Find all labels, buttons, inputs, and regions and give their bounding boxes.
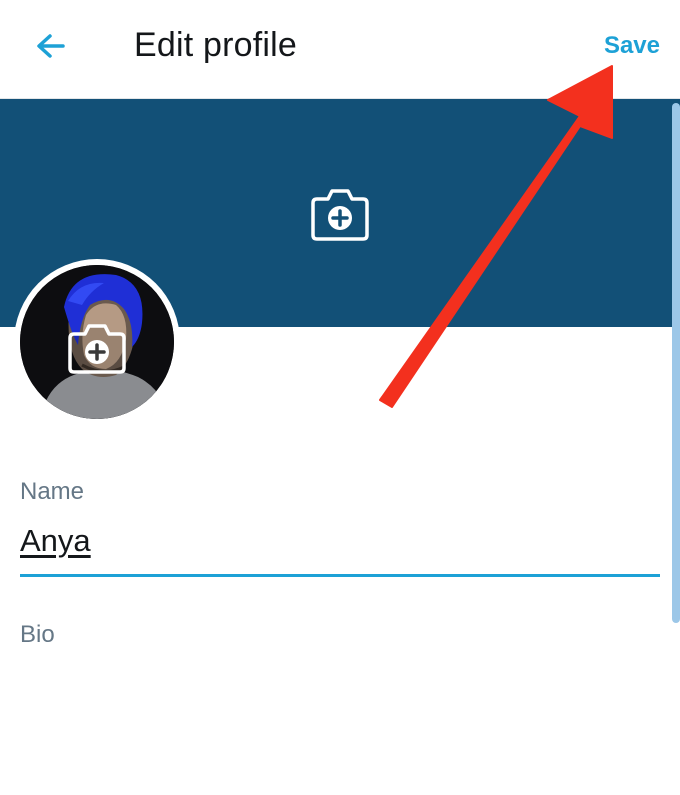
avatar[interactable]: [14, 259, 180, 425]
banner-camera-button[interactable]: [309, 181, 371, 243]
page-title: Edit profile: [134, 26, 298, 64]
top-app-bar: Edit profile Save: [0, 0, 680, 99]
scrollbar[interactable]: [672, 103, 680, 623]
name-field-underline: [20, 574, 660, 577]
bio-field[interactable]: Bio: [20, 621, 55, 649]
name-field-label: Name: [20, 478, 85, 505]
save-button[interactable]: Save: [604, 32, 660, 60]
arrow-left-icon: [37, 34, 65, 58]
name-field[interactable]: Anya: [20, 523, 91, 559]
back-button[interactable]: [30, 28, 70, 68]
avatar-photo: [20, 265, 174, 419]
camera-plus-icon: [311, 189, 369, 241]
avatar-photo-image: [20, 265, 174, 419]
